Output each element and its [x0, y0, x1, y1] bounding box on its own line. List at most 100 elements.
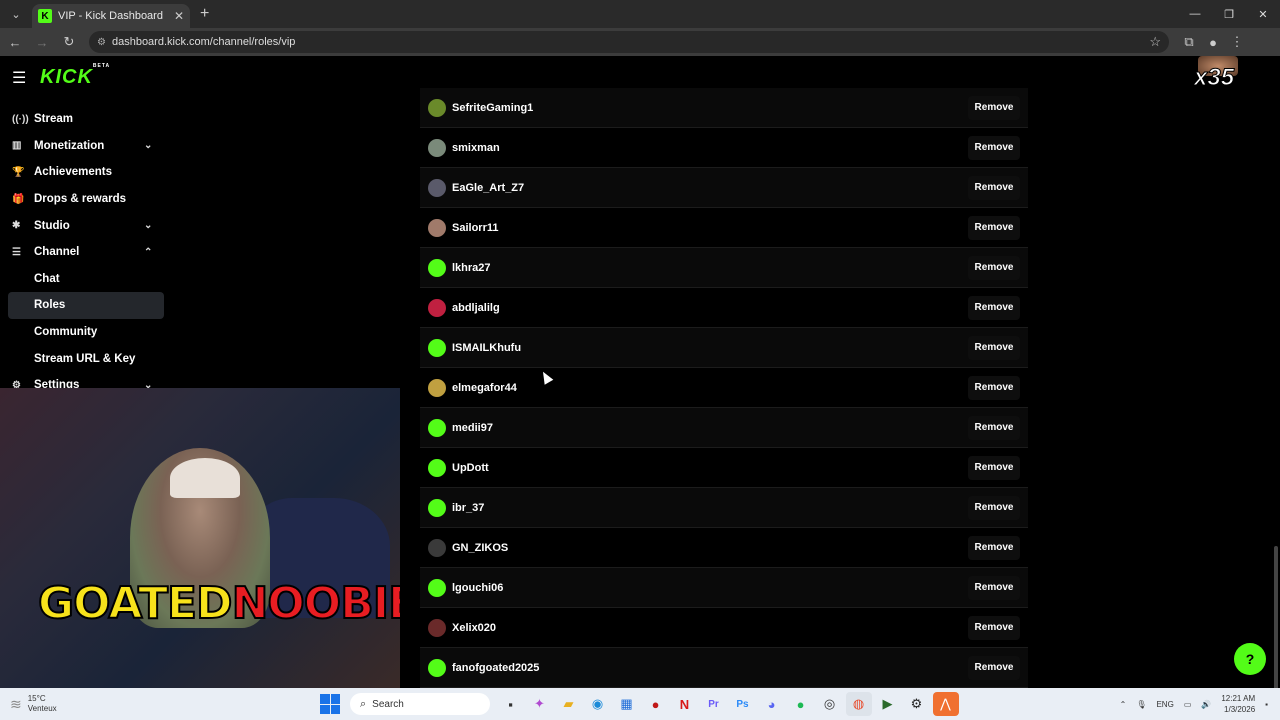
tab-close-icon[interactable]: ✕ [174, 9, 184, 23]
sidebar-item-monetization[interactable]: ▥ Monetization ⌄ [8, 133, 164, 160]
remove-vip-button[interactable]: Remove [968, 535, 1020, 560]
terminal-icon[interactable]: ▶ [875, 692, 901, 716]
user-avatar [428, 218, 446, 237]
wind-icon: ≋ [10, 695, 22, 712]
remove-vip-button[interactable]: Remove [968, 95, 1020, 120]
clock[interactable]: 12:21 AM 1/3/2026 [1221, 693, 1255, 715]
browser-tab[interactable]: K VIP - Kick Dashboard ✕ [32, 4, 190, 28]
sidebar-item-achievements[interactable]: 🏆 Achievements [8, 159, 164, 186]
hamburger-menu-icon[interactable]: ☰ [12, 68, 32, 88]
file-explorer-icon[interactable]: ▰ [556, 692, 582, 716]
remove-vip-button[interactable]: Remove [968, 455, 1020, 480]
display-icon[interactable]: ▭ [1184, 700, 1192, 709]
vip-username: Xelix020 [452, 621, 497, 634]
sidebar-item-studio[interactable]: ✱ Studio ⌄ [8, 212, 164, 239]
back-icon[interactable]: ← [3, 30, 27, 54]
premiere-icon[interactable]: Pr [701, 692, 727, 716]
copilot-icon[interactable]: ✦ [527, 692, 553, 716]
obs-icon[interactable]: ◎ [817, 692, 843, 716]
remove-vip-button[interactable]: Remove [968, 415, 1020, 440]
tray-overflow-icon[interactable]: ⌃ [1120, 700, 1127, 709]
remove-vip-button[interactable]: Remove [968, 615, 1020, 640]
sidebar-item-stream-url-key[interactable]: Stream URL & Key [8, 345, 164, 372]
bookmark-star-icon[interactable]: ☆ [1149, 34, 1161, 50]
vip-row: EaGle_Art_Z7 Remove [420, 168, 1028, 208]
remove-vip-button[interactable]: Remove [968, 335, 1020, 360]
chevron-down-icon[interactable]: ⌄ [144, 220, 158, 231]
netflix-icon[interactable]: N [672, 692, 698, 716]
page-scrollbar[interactable] [1274, 546, 1278, 688]
user-avatar [428, 618, 446, 637]
minimize-icon[interactable]: — [1178, 0, 1212, 28]
sidebar-item-label: Stream [34, 113, 73, 126]
restore-icon[interactable]: ❐ [1212, 0, 1246, 28]
site-info-icon[interactable]: ⚙ [97, 37, 106, 48]
kick-logo[interactable]: KICKBETA [40, 63, 110, 89]
app-icon[interactable]: ⋀ [932, 692, 959, 716]
remove-vip-button[interactable]: Remove [968, 135, 1020, 160]
taskbar-search[interactable]: ⌕ Search [350, 693, 490, 715]
new-tab-button[interactable]: + [200, 5, 209, 23]
counter-overlay: x35 [1193, 56, 1250, 92]
remove-vip-button[interactable]: Remove [968, 215, 1020, 240]
remove-vip-button[interactable]: Remove [968, 295, 1020, 320]
sidebar-item-channel[interactable]: ☰ Channel ⌃ [8, 239, 164, 266]
stream-brand-text: GOATEDNOOBIE [37, 577, 400, 630]
window-controls: — ❐ ✕ [1178, 0, 1280, 28]
address-bar: ← → ↻ ⚙ dashboard.kick.com/channel/roles… [0, 28, 1280, 56]
sidebar-item-community[interactable]: Community [8, 319, 164, 346]
remove-vip-button[interactable]: Remove [968, 575, 1020, 600]
weather-widget[interactable]: ≋ 15°C Venteux [0, 694, 120, 714]
support-chat-icon[interactable]: ? [1234, 643, 1266, 675]
window-close-icon[interactable]: ✕ [1246, 0, 1280, 28]
remove-vip-button[interactable]: Remove [968, 655, 1020, 680]
vip-username: fanofgoated2025 [452, 661, 540, 674]
browser-menu-icon[interactable]: ⋮ [1225, 34, 1249, 50]
steam-icon[interactable]: ⚙ [904, 692, 930, 716]
trophy-icon: 🏆 [12, 166, 25, 178]
remove-vip-button[interactable]: Remove [968, 495, 1020, 520]
forward-icon[interactable]: → [30, 30, 54, 54]
reload-icon[interactable]: ↻ [57, 30, 81, 54]
discord-icon[interactable]: ◕ [759, 692, 785, 716]
sidebar-item-stream[interactable]: ((·)) Stream [8, 106, 164, 133]
edge-icon[interactable]: ◉ [585, 692, 611, 716]
remove-vip-button[interactable]: Remove [968, 255, 1020, 280]
chevron-down-icon[interactable]: ⌄ [144, 380, 158, 388]
user-avatar [428, 658, 446, 677]
vip-username: Sailorr11 [452, 221, 499, 234]
remove-vip-button[interactable]: Remove [968, 175, 1020, 200]
notifications-icon[interactable]: ▪ [1265, 700, 1268, 709]
system-tray: ⌃ 🎙 ENG ▭ 🔊 12:21 AM 1/3/2026 ▪ [1110, 688, 1268, 720]
tab-search-button[interactable]: ⌄ [4, 3, 28, 25]
url-field[interactable]: ⚙ dashboard.kick.com/channel/roles/vip ☆ [89, 31, 1169, 53]
profile-icon[interactable]: ● [1201, 35, 1225, 50]
vip-row: elmegafor44 Remove [420, 368, 1028, 408]
sidebar-item-settings[interactable]: ⚙ Settings ⌄ [8, 372, 164, 388]
vip-username: GN_ZIKOS [452, 541, 509, 554]
sidebar-item-drops-rewards[interactable]: 🎁 Drops & rewards [8, 186, 164, 213]
temperature-text: 15°C [27, 694, 46, 703]
chevron-down-icon[interactable]: ⌄ [144, 140, 158, 151]
chrome-icon[interactable]: ◍ [845, 692, 872, 716]
vip-row: lkhra27 Remove [420, 248, 1028, 288]
extensions-icon[interactable]: ⧉ [1177, 34, 1201, 50]
remove-vip-button[interactable]: Remove [968, 375, 1020, 400]
store-icon[interactable]: ▦ [614, 692, 640, 716]
sidebar-item-label: Drops & rewards [34, 193, 127, 206]
chevron-up-icon[interactable]: ⌃ [144, 247, 158, 258]
opera-icon[interactable]: ● [643, 692, 669, 716]
spotify-icon[interactable]: ● [788, 692, 814, 716]
sidebar-item-chat[interactable]: Chat [8, 266, 164, 293]
language-indicator[interactable]: ENG [1156, 700, 1173, 709]
volume-icon[interactable]: 🔊 [1201, 700, 1211, 709]
windows-start-icon[interactable] [320, 694, 340, 714]
sidebar-item-roles[interactable]: Roles [8, 292, 164, 319]
sidebar-item-label: Settings [34, 379, 80, 388]
photoshop-icon[interactable]: Ps [730, 692, 756, 716]
vip-row: ibr_37 Remove [420, 488, 1028, 528]
counter-text: x35 [1193, 64, 1235, 92]
microphone-icon[interactable]: 🎙 [1136, 700, 1146, 709]
webcam-overlay: GOATEDNOOBIE [0, 388, 400, 688]
task-view-icon[interactable]: ▪ [498, 692, 524, 716]
